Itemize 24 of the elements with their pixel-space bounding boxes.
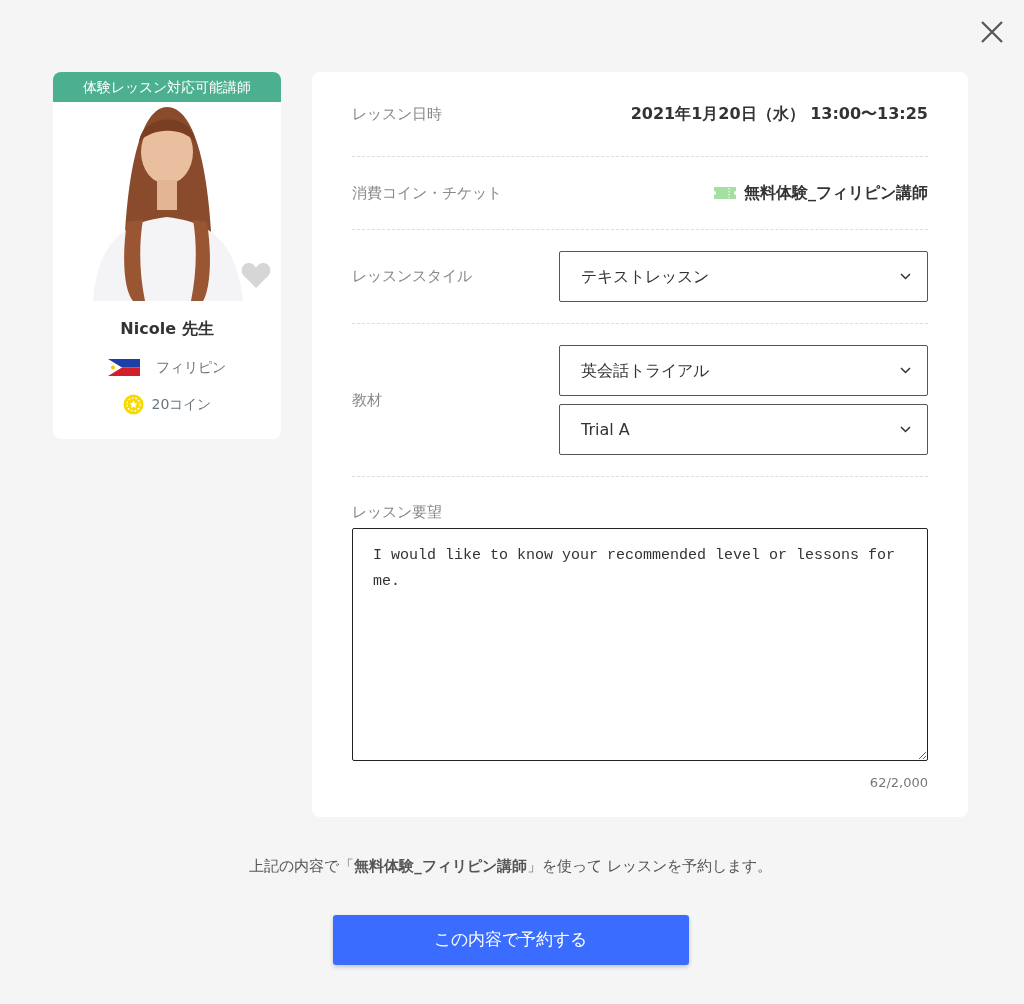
select-field[interactable]: Trial A [559,404,928,455]
notice-text: 上記の内容で「無料体験_フィリピン講師」を使って レッスンを予約します。 [248,855,773,877]
flag-icon [108,359,140,376]
ticket-name: 無料体験_フィリピン講師 [744,182,928,204]
field-label: 消費コイン・チケット [352,182,502,204]
country-label: フィリピン [156,358,226,377]
request-textarea[interactable]: I would like to know your recommended level or lessons for me. [352,527,928,761]
submit-button[interactable]: この内容で予約する [332,915,689,965]
date-time: 2021年1月20日（水） 13:00〜13:25 [630,103,928,125]
teacher-name: Nicole 先生 [120,318,214,340]
field-label: レッスン要望 [352,502,443,523]
character-counter: 62/2,000 [868,774,928,792]
select-field[interactable]: テキストレッスン [559,251,928,302]
ticket-icon [714,187,736,199]
field-label: レッスン日時 [352,103,442,125]
coin-price: 20コイン [151,395,212,414]
field-label: レッスンスタイル [352,266,472,288]
chevron-down-icon [900,273,911,280]
chevron-down-icon [900,426,911,433]
field-label: 教材 [352,389,382,411]
chevron-down-icon [900,367,911,374]
coin-icon [122,394,144,415]
select-field[interactable]: 英会話トライアル [559,345,928,396]
trial-badge: 体験レッスン対応可能講師 [53,72,281,102]
